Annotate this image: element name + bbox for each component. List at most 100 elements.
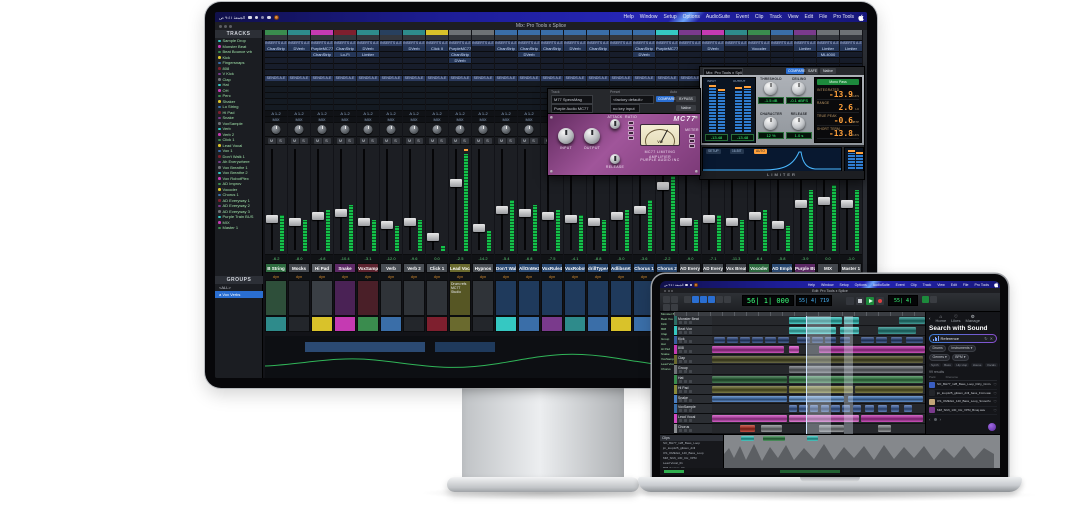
track-name-plate[interactable]: VoxRobot2 (564, 263, 586, 273)
filter-chip[interactable]: Drums (929, 345, 947, 352)
track-name-plate[interactable]: VoxRule4 (541, 263, 563, 273)
comments-block[interactable] (265, 280, 287, 316)
audio-clip[interactable] (712, 346, 785, 354)
solo-button[interactable]: S (368, 137, 377, 144)
rewind-button[interactable] (846, 297, 854, 305)
stop-button[interactable] (856, 297, 864, 305)
track-name-plate[interactable]: MIX (817, 263, 839, 273)
audio-clip[interactable] (760, 425, 783, 432)
mute-button[interactable]: M (382, 137, 391, 144)
splice-nav-back[interactable]: ‹ (929, 316, 931, 321)
limiter-knob-character[interactable] (764, 117, 777, 130)
comments-block[interactable] (403, 280, 425, 316)
pan-knob[interactable] (409, 125, 419, 134)
automation-mode[interactable]: dyn (518, 273, 540, 280)
automation-mode[interactable]: dyn (265, 273, 287, 280)
track-name-plate[interactable]: Verb (380, 263, 402, 273)
bypass-button[interactable]: BYPASS (676, 95, 696, 102)
recording-indicator-icon[interactable] (273, 14, 279, 20)
track-header[interactable]: Kick (674, 335, 712, 346)
comments-block[interactable] (495, 280, 517, 316)
heart-icon[interactable]: ♡ (993, 382, 997, 387)
comments-block[interactable] (426, 280, 448, 316)
fader-cap[interactable] (266, 215, 278, 223)
audio-clip[interactable] (861, 336, 874, 344)
audio-clip[interactable] (712, 415, 787, 423)
next-page-icon[interactable]: › (940, 417, 942, 422)
spot-mode-button[interactable] (671, 296, 678, 303)
menu-audiosuite[interactable]: AudioSuite (703, 14, 733, 20)
column-pack[interactable]: Pack (929, 375, 936, 379)
menu-file[interactable]: File (816, 14, 830, 20)
main-counter[interactable]: 56| 1| 000 (742, 295, 794, 306)
menu-event[interactable]: Event (733, 14, 752, 20)
fader-cap[interactable] (289, 218, 301, 226)
fader-cap[interactable] (703, 215, 715, 223)
mix-window-titlebar[interactable]: Mix: Pro Tools x Splice (215, 22, 867, 30)
limiter-plugin-window[interactable]: COMPARE SAFE Native Mix: Pro Tools x Spl… (699, 66, 865, 180)
menu-event[interactable]: Event (893, 283, 908, 287)
solo-button[interactable]: S (345, 137, 354, 144)
track-name-plate[interactable]: VoxSample (357, 263, 379, 273)
automation-mode[interactable]: dyn (426, 273, 448, 280)
audio-clip[interactable] (818, 346, 925, 354)
scrubber-tool-button[interactable] (716, 296, 723, 303)
menu-clip[interactable]: Clip (752, 14, 767, 20)
key-input-selector[interactable]: no key input (610, 104, 640, 113)
trim-tool-button[interactable] (692, 296, 699, 303)
automation-mode[interactable]: dyn (495, 273, 517, 280)
audio-clip[interactable] (905, 336, 923, 344)
input-knob[interactable] (558, 128, 574, 144)
limiter-knob-ceiling[interactable] (792, 82, 805, 95)
mute-button[interactable]: M (267, 137, 276, 144)
fader-cap[interactable] (473, 224, 485, 232)
fader-cap[interactable] (657, 182, 669, 190)
graph-tab-16-bit[interactable]: 16-BIT (730, 149, 744, 154)
comments-block[interactable] (610, 280, 632, 316)
menu-view[interactable]: View (785, 14, 802, 20)
mute-button[interactable]: M (428, 137, 437, 144)
tracks-panel-header[interactable]: TRACKS (215, 30, 262, 38)
track-name-plate[interactable]: AD Every 2 (702, 263, 724, 273)
graph-tab-setup[interactable]: SETUP (706, 149, 721, 154)
fader-cap[interactable] (542, 212, 554, 220)
pan-knob[interactable] (478, 125, 488, 134)
solo-button[interactable]: S (299, 137, 308, 144)
automation-mode[interactable]: dyn (449, 273, 471, 280)
mute-button[interactable]: M (313, 137, 322, 144)
prev-page-icon[interactable]: ‹ (929, 417, 931, 422)
automation-mode[interactable]: dyn (587, 273, 609, 280)
pan-knob[interactable] (386, 125, 396, 134)
comments-block[interactable] (587, 280, 609, 316)
fader-cap[interactable] (358, 218, 370, 226)
track-header[interactable]: Lead Vocal (674, 414, 712, 425)
comments-block[interactable] (472, 280, 494, 316)
audio-clip[interactable] (854, 385, 923, 393)
filter-chip[interactable]: Instruments ▾ (947, 345, 976, 352)
audio-clip[interactable] (712, 395, 787, 403)
solo-button[interactable]: S (276, 137, 285, 144)
fader-cap[interactable] (519, 209, 531, 217)
menu-audiosuite[interactable]: AudioSuite (870, 283, 893, 287)
limiter-compare-button[interactable]: COMPARE (786, 68, 805, 74)
fader-cap[interactable] (427, 233, 439, 241)
splice-nav-home[interactable]: ⌂ Home (936, 314, 947, 322)
splice-nav-manage[interactable]: ⚙ Manage (966, 314, 980, 322)
comments-block[interactable] (334, 280, 356, 316)
laptop-track-list-item[interactable]: Chorus (660, 367, 674, 372)
audio-clip[interactable] (788, 405, 798, 413)
menu-pro-tools[interactable]: Pro Tools (830, 14, 857, 20)
track-list-item[interactable]: Master 1 (215, 225, 262, 231)
pan-knob[interactable] (294, 125, 304, 134)
battery-icon[interactable] (685, 283, 689, 286)
timeline-selection[interactable] (844, 316, 853, 434)
automation-mode[interactable]: dyn (357, 273, 379, 280)
mute-button[interactable]: M (451, 137, 460, 144)
splice-search-box[interactable]: Reference ↻ ✕ (929, 334, 997, 343)
track-name-plate[interactable]: Vocoder (748, 263, 770, 273)
automation-mode[interactable]: dyn (288, 273, 310, 280)
fader-cap[interactable] (634, 206, 646, 214)
audio-clip[interactable] (712, 375, 787, 383)
track-name-plate[interactable]: AdlibsnKme (610, 263, 632, 273)
track-name-plate[interactable]: Hypnos (472, 263, 494, 273)
